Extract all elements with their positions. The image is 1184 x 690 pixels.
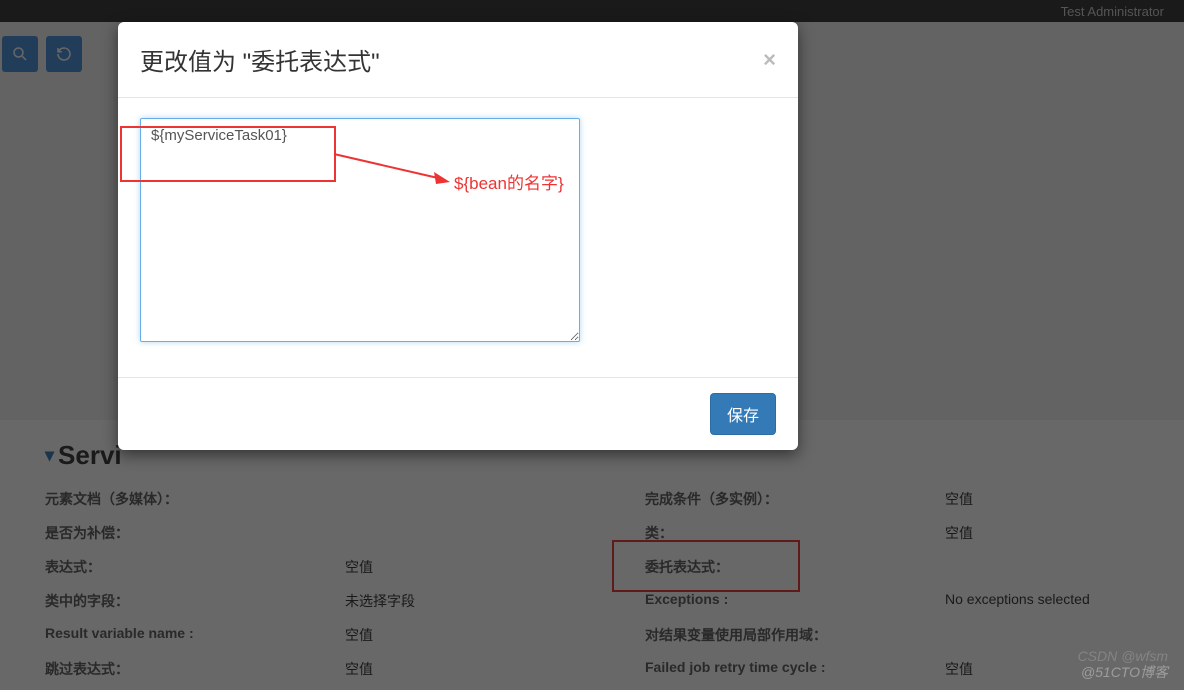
modal-dialog: 更改值为 "委托表达式" × 保存 xyxy=(118,22,798,450)
save-button[interactable]: 保存 xyxy=(710,393,776,435)
modal-footer: 保存 xyxy=(118,377,798,450)
delegate-expression-input[interactable] xyxy=(140,118,580,342)
modal-body xyxy=(118,98,798,377)
modal-header: 更改值为 "委托表达式" × xyxy=(118,22,798,98)
close-icon[interactable]: × xyxy=(763,49,776,71)
modal-title: 更改值为 "委托表达式" xyxy=(140,42,380,77)
